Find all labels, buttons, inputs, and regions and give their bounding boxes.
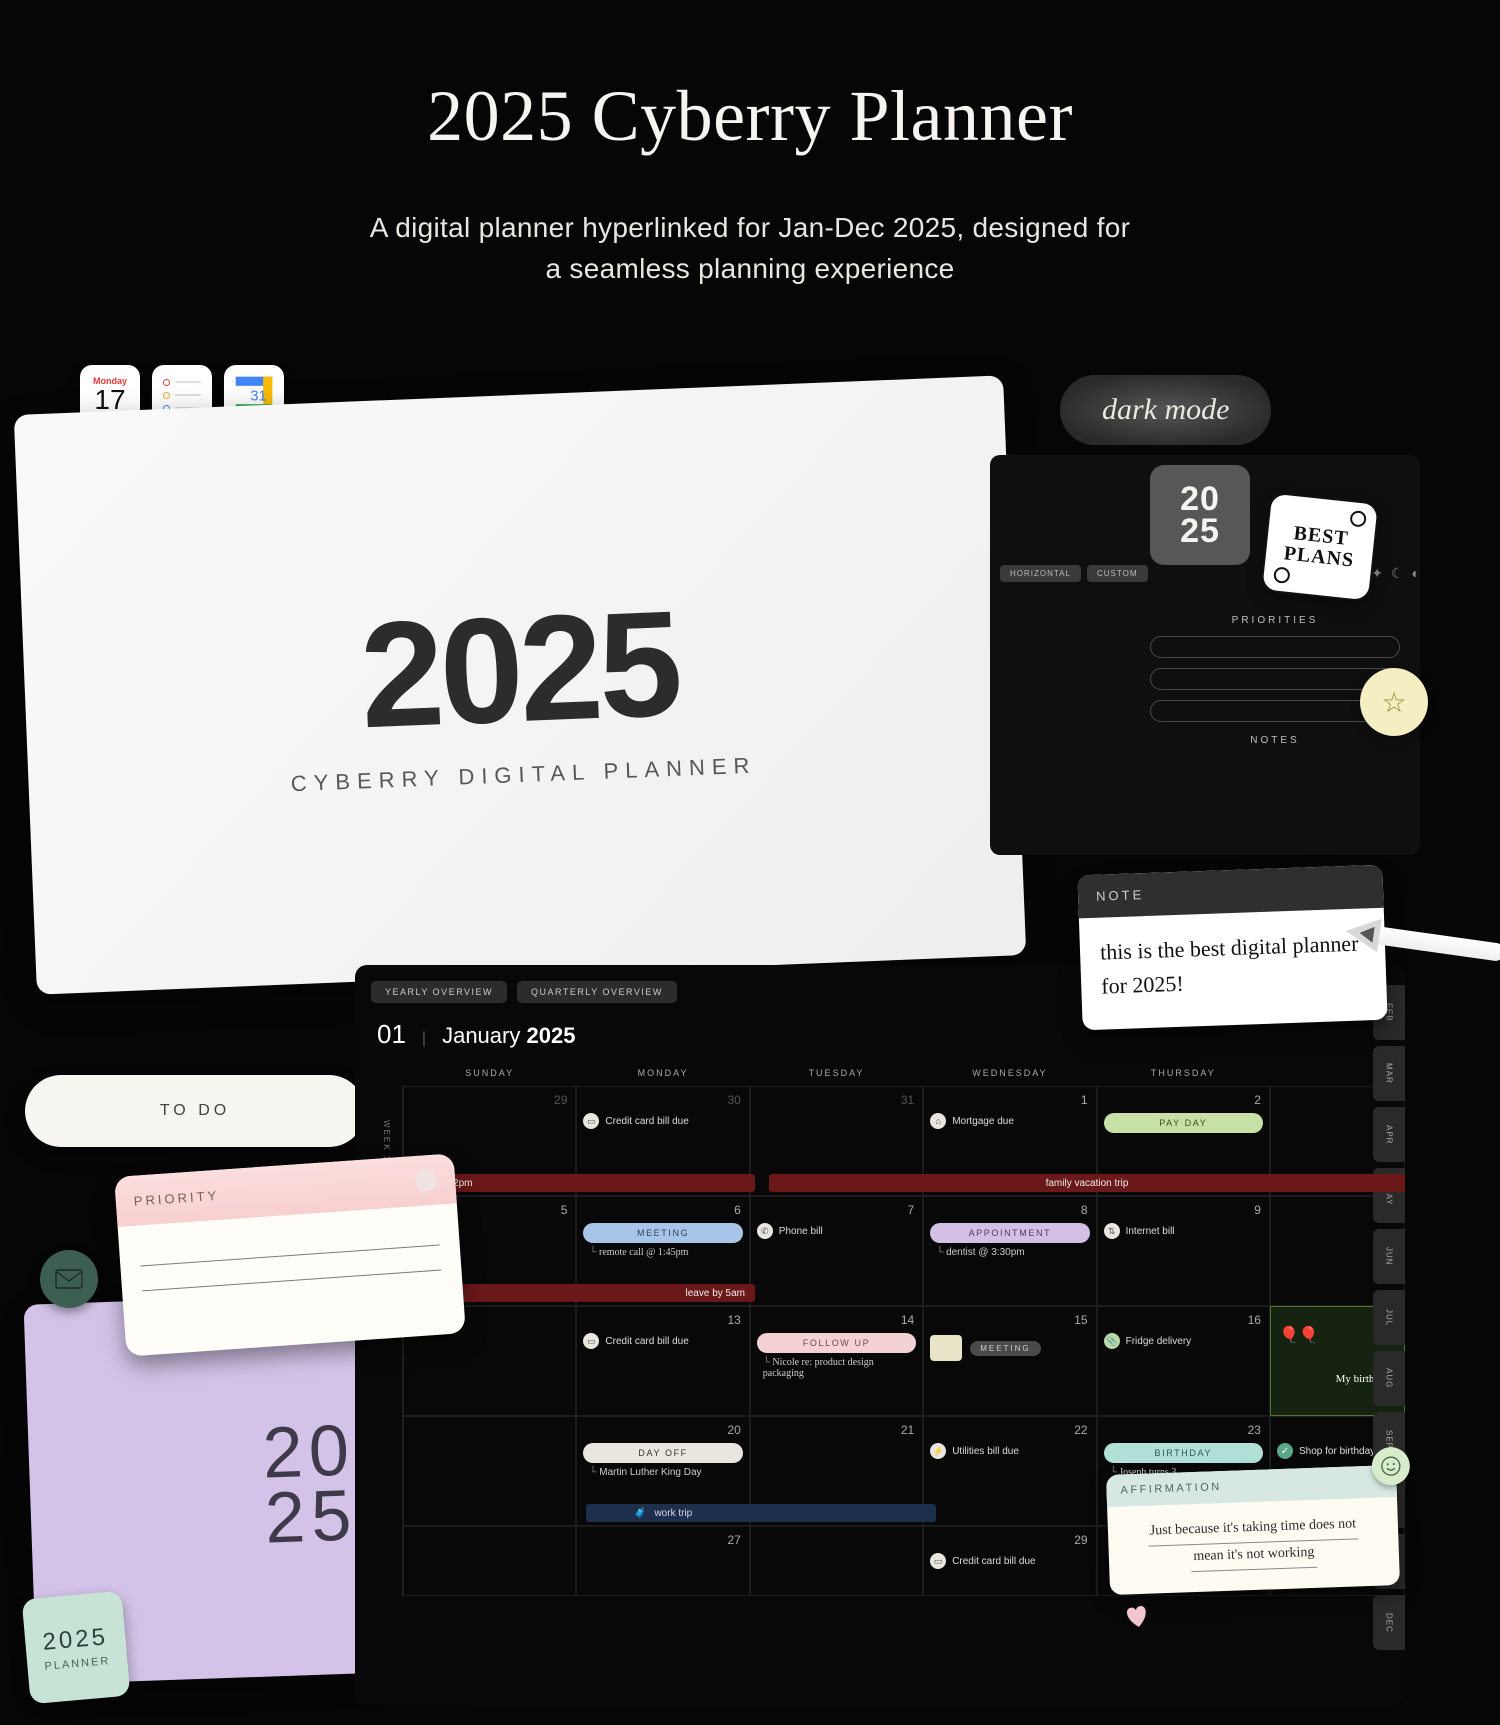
dark-mode-label: dark mode: [1060, 375, 1271, 445]
card-icon: ▭: [583, 1113, 599, 1129]
priority-dot-icon: [414, 1169, 437, 1192]
month-tab[interactable]: AUG: [1373, 1351, 1405, 1406]
check-icon[interactable]: ✓: [1277, 1443, 1293, 1459]
month-tab[interactable]: DEC: [1373, 1595, 1405, 1650]
svg-text:31: 31: [250, 389, 266, 405]
month-calendar: YEARLY OVERVIEW QUARTERLY OVERVIEW CAL 0…: [355, 965, 1405, 1705]
tab-quarterly-overview[interactable]: QUARTERLY OVERVIEW: [517, 981, 677, 1003]
bolt-icon: ⚡: [930, 1443, 946, 1459]
sticky-memo-icon: [930, 1335, 962, 1361]
globe-icon[interactable]: ◐: [1412, 565, 1420, 582]
wifi-icon: ⇅: [1104, 1223, 1120, 1239]
best-plans-sticker: BEST PLANS: [1260, 492, 1380, 603]
house-icon: ⌂: [930, 1113, 946, 1129]
star-sticker-icon: ☆: [1360, 668, 1428, 736]
note-card: NOTE this is the best digital planner fo…: [1077, 865, 1387, 1031]
note-card-body: this is the best digital planner for 202…: [1079, 908, 1388, 1031]
clip-icon: 📎: [1104, 1333, 1120, 1349]
calendar-week-row: 13 ▭Credit card bill due 14 FOLLOW UP Ni…: [371, 1306, 1405, 1416]
mail-sticker-icon: [40, 1250, 98, 1308]
balloons-icon: 🎈🎈: [1279, 1325, 1319, 1345]
birthday-pill: BIRTHDAY: [1104, 1443, 1263, 1463]
appointment-pill: APPOINTMENT: [930, 1223, 1089, 1243]
notes-heading: NOTES: [1150, 735, 1400, 746]
meeting-pill: MEETING: [583, 1223, 742, 1243]
day-of-week-row: SUNDAY MONDAY TUESDAY WEDNESDAY THURSDAY: [371, 1060, 1405, 1086]
followup-pill: FOLLOW UP: [757, 1333, 916, 1353]
month-tab[interactable]: JUN: [1373, 1229, 1405, 1284]
moon-icon[interactable]: ☾: [1391, 565, 1404, 582]
vacation-banner: family vacation trip: [769, 1174, 1405, 1192]
calendar-week-row: WEEK 1 29 30 ▭Credit card bill due 31 1 …: [371, 1086, 1405, 1196]
page-subtitle: A digital planner hyperlinked for Jan-De…: [0, 208, 1500, 289]
dayoff-pill: DAY OFF: [583, 1443, 742, 1463]
briefcase-icon: 🧳: [634, 1508, 646, 1519]
page-title: 2025 Cyberry Planner: [0, 75, 1500, 158]
phone-icon: ✆: [757, 1223, 773, 1239]
priorities-heading: PRIORITIES: [1150, 615, 1400, 626]
month-tab[interactable]: JUL: [1373, 1290, 1405, 1345]
cover-card-light: 2025 CYBERRY DIGITAL PLANNER: [14, 375, 1026, 994]
month-tab[interactable]: MAR: [1373, 1046, 1405, 1101]
heart-sticker-icon: [1120, 1601, 1154, 1632]
tab-custom[interactable]: CUSTOM: [1087, 565, 1148, 582]
calendar-week-row: 5 6 MEETING remote call @ 1:45pm 7 ✆Phon…: [371, 1196, 1405, 1306]
mint-planner-sticker: 2025 PLANNER: [22, 1591, 131, 1704]
affirmation-card: AFFIRMATION Just because it's taking tim…: [1106, 1465, 1400, 1595]
tab-yearly-overview[interactable]: YEARLY OVERVIEW: [371, 981, 507, 1003]
todo-pill[interactable]: TO DO: [25, 1075, 365, 1147]
month-tab[interactable]: APR: [1373, 1107, 1405, 1162]
dark-year-box: 20 25: [1150, 465, 1250, 565]
worktrip-banner: 🧳work trip: [586, 1504, 936, 1522]
payday-pill: PAY DAY: [1104, 1113, 1263, 1133]
priority-card: PRIORITY: [114, 1153, 466, 1356]
tab-horizontal[interactable]: HORIZONTAL: [1000, 565, 1081, 582]
